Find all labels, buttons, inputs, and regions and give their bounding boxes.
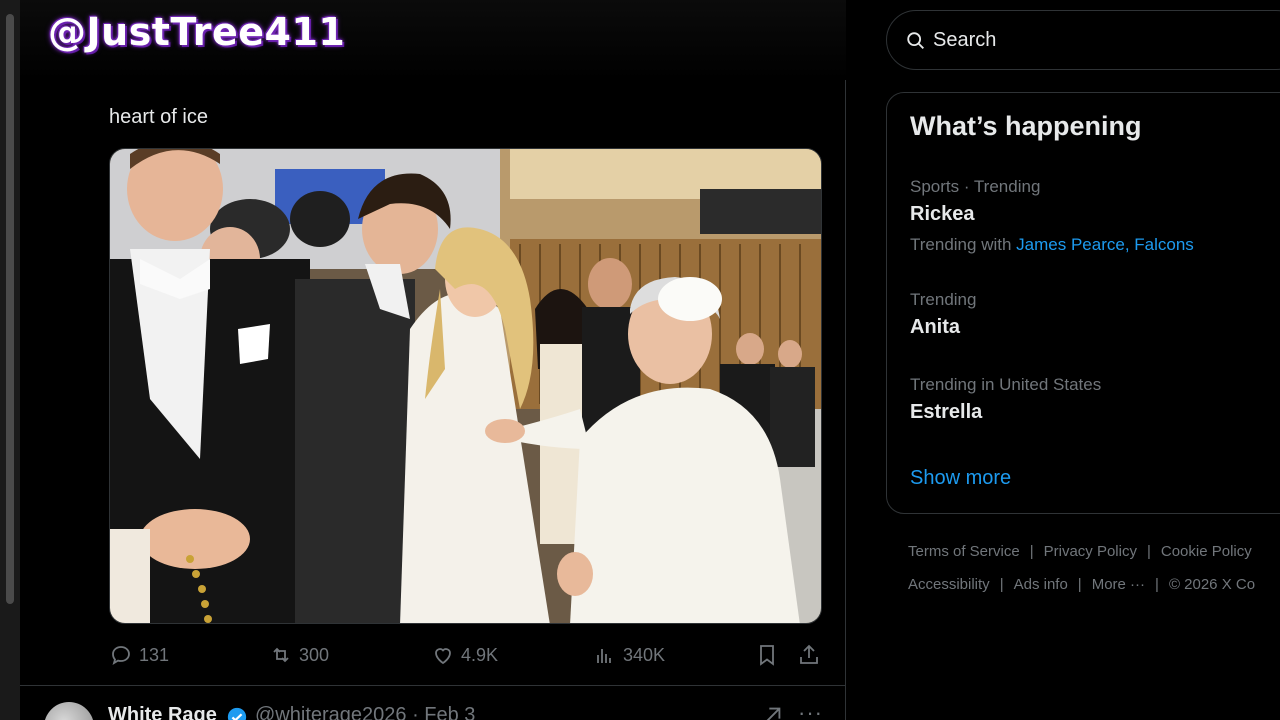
more-icon[interactable]: ···: [798, 700, 823, 720]
main-column: @JustTree411 heart of ice 131 300 4.9K 3…: [20, 0, 846, 720]
footer-separator: |: [1146, 543, 1151, 560]
views-button[interactable]: 340K: [593, 640, 665, 670]
trend-item[interactable]: Trending in United States Estrella: [910, 375, 1280, 424]
left-gutter: [0, 0, 20, 720]
views-icon: [597, 649, 611, 663]
like-icon: [435, 648, 451, 665]
trend-name: Anita: [910, 316, 960, 338]
tweet-actions: 131 300 4.9K 340K: [109, 640, 825, 670]
trend-meta: Sports · Trending: [910, 177, 1041, 196]
footer-separator: |: [1155, 576, 1159, 593]
reply-count: 131: [139, 644, 170, 665]
search-box[interactable]: [886, 10, 1280, 70]
like-button[interactable]: 4.9K: [431, 640, 498, 670]
trend-related-links[interactable]: James Pearce, Falcons: [1016, 235, 1194, 254]
share-button[interactable]: [797, 640, 821, 670]
grok-icon[interactable]: [762, 704, 784, 720]
trend-name: Rickea: [910, 203, 975, 225]
footer-separator: |: [1029, 543, 1034, 560]
bookmark-icon: [760, 645, 774, 666]
trend-item[interactable]: Trending Anita: [910, 290, 1280, 339]
trend-related: Trending with James Pearce, Falcons: [910, 235, 1280, 255]
footer-separator: |: [999, 576, 1004, 593]
trend-related-label: Trending with: [910, 235, 1012, 254]
avatar[interactable]: [44, 702, 94, 720]
trend-meta: Trending: [910, 290, 977, 309]
tweet-photo[interactable]: [109, 148, 822, 624]
trend-meta: Trending in United States: [910, 375, 1102, 394]
bookmark-button[interactable]: [755, 640, 779, 670]
footer-privacy-link[interactable]: Privacy Policy: [1044, 543, 1137, 560]
views-count: 340K: [623, 644, 666, 665]
trends-panel: What’s happening Sports · Trending Ricke…: [886, 92, 1280, 514]
repost-count: 300: [299, 644, 330, 665]
footer-more-link[interactable]: More ···: [1092, 576, 1145, 593]
footer-cookie-link[interactable]: Cookie Policy: [1161, 543, 1252, 560]
footer-copyright: © 2026 X Co: [1168, 576, 1256, 593]
repost-button[interactable]: 300: [269, 640, 329, 670]
reply-icon: [112, 646, 130, 665]
footer-accessibility-link[interactable]: Accessibility: [908, 576, 990, 593]
footer-separator: |: [1077, 576, 1082, 593]
trend-item[interactable]: Sports · Trending Rickea Trending with J…: [910, 177, 1280, 255]
reply-button[interactable]: 131: [109, 640, 169, 670]
right-sidebar: What’s happening Sports · Trending Ricke…: [846, 0, 1280, 720]
trend-name: Estrella: [910, 401, 983, 423]
watermark-text: @JustTree411: [48, 10, 346, 54]
tweet-text: heart of ice: [109, 106, 208, 128]
footer-terms-link[interactable]: Terms of Service: [908, 543, 1020, 560]
verified-icon: [227, 707, 247, 720]
show-more-link[interactable]: Show more: [910, 467, 1011, 490]
scrollbar-thumb[interactable]: [6, 14, 14, 604]
photo-illustration: [110, 149, 821, 623]
next-tweet[interactable]: White Rage @whiterage2026 · Feb 3 ···: [20, 686, 846, 720]
share-icon: [800, 644, 818, 664]
like-count: 4.9K: [461, 644, 499, 665]
author-name[interactable]: White Rage: [108, 704, 217, 720]
trends-title: What’s happening: [910, 111, 1142, 141]
search-input[interactable]: [933, 29, 1233, 52]
search-icon: [907, 32, 924, 49]
footer-ads-link[interactable]: Ads info: [1014, 576, 1068, 593]
repost-icon: [273, 647, 289, 663]
author-handle-date[interactable]: @whiterage2026 · Feb 3: [255, 704, 475, 720]
